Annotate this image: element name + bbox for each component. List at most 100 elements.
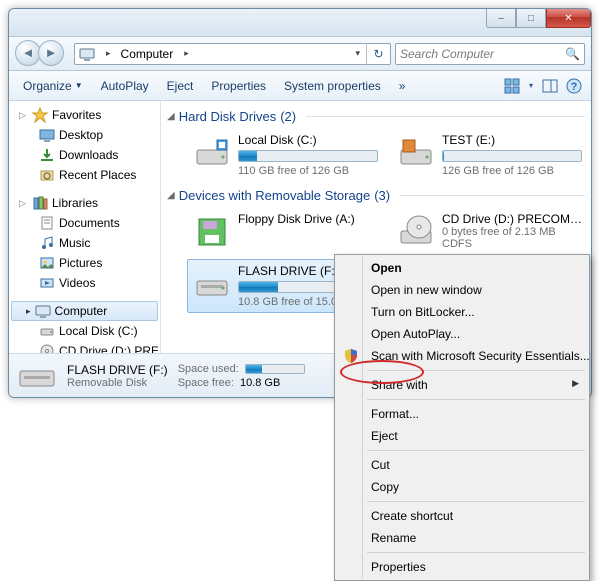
ctx-eject[interactable]: Eject	[337, 425, 587, 447]
collapse-icon: ▷	[19, 198, 28, 209]
organize-button[interactable]: Organize▼	[15, 75, 91, 97]
help-button[interactable]: ?	[563, 75, 585, 97]
downloads-icon	[39, 147, 55, 163]
system-properties-button[interactable]: System properties	[276, 75, 389, 97]
collapse-icon: ▷	[19, 110, 28, 121]
space-bar	[442, 150, 582, 162]
videos-icon	[39, 275, 55, 291]
preview-pane-button[interactable]	[539, 75, 561, 97]
submenu-arrow-icon: ▶	[572, 378, 579, 389]
drive-name: TEST (E:)	[442, 133, 582, 147]
used-label: Space used:	[178, 363, 239, 375]
close-button[interactable]: ✕	[546, 9, 591, 28]
libraries-header[interactable]: ▷ Libraries	[9, 193, 160, 213]
drive-icon	[39, 323, 55, 339]
collapse-icon: ◢	[167, 111, 175, 122]
recent-icon	[39, 167, 55, 183]
maximize-button[interactable]: □	[516, 9, 546, 28]
expand-icon: ▸	[26, 306, 31, 317]
breadcrumb[interactable]: Computer	[117, 47, 178, 61]
ctx-cut[interactable]: Cut	[337, 454, 587, 476]
ctx-rename[interactable]: Rename	[337, 527, 587, 549]
sidebar-item-computer[interactable]: ▸ Computer	[11, 301, 158, 321]
drive-cd-d[interactable]: CD Drive (D:) PRECOMPACT 0 bytes free of…	[391, 207, 587, 257]
shield-icon	[342, 347, 360, 365]
hdd-icon	[192, 133, 232, 173]
chevron-right-icon[interactable]: ▸	[99, 48, 117, 59]
title-bar: – □ ✕	[9, 9, 591, 37]
search-placeholder: Search Computer	[400, 47, 494, 61]
removable-drive-icon	[17, 360, 57, 392]
svg-text:?: ?	[571, 81, 578, 93]
drive-sub: CDFS	[442, 238, 582, 250]
sidebar-item-videos[interactable]: Videos	[9, 273, 160, 293]
drive-sub: 0 bytes free of 2.13 MB	[442, 226, 582, 238]
drive-sub: 126 GB free of 126 GB	[442, 165, 582, 177]
ctx-format[interactable]: Format...	[337, 403, 587, 425]
view-dropdown[interactable]: ▾	[525, 75, 537, 97]
ctx-open[interactable]: Open	[337, 257, 587, 279]
sidebar-item-documents[interactable]: Documents	[9, 213, 160, 233]
ctx-scan[interactable]: Scan with Microsoft Security Essentials.…	[337, 345, 587, 367]
favorites-header[interactable]: ▷ Favorites	[9, 105, 160, 125]
sidebar-item-pictures[interactable]: Pictures	[9, 253, 160, 273]
search-icon: 🔍	[565, 47, 580, 61]
drive-name: CD Drive (D:) PRECOMPACT	[442, 212, 582, 226]
toolbar: Organize▼ AutoPlay Eject Properties Syst…	[9, 71, 591, 101]
nav-pane: ▷ Favorites Desktop Downloads Recent Pla…	[9, 101, 161, 353]
ctx-autoplay[interactable]: Open AutoPlay...	[337, 323, 587, 345]
pictures-icon	[39, 255, 55, 271]
libraries-icon	[32, 195, 48, 211]
address-dropdown[interactable]: ▾	[348, 48, 366, 59]
context-menu: Open Open in new window Turn on BitLocke…	[334, 254, 590, 581]
ctx-share-with[interactable]: Share with▶	[337, 374, 587, 396]
drive-local-c[interactable]: Local Disk (C:) 110 GB free of 126 GB	[187, 128, 383, 182]
documents-icon	[39, 215, 55, 231]
drive-test-e[interactable]: TEST (E:) 126 GB free of 126 GB	[391, 128, 587, 182]
drive-name: Floppy Disk Drive (A:)	[238, 212, 378, 226]
details-text: FLASH DRIVE (F:) Removable Disk	[67, 363, 168, 389]
ctx-properties[interactable]: Properties	[337, 556, 587, 578]
properties-button[interactable]: Properties	[203, 75, 274, 97]
nav-row: ◄ ► ▸ Computer ▸ ▾ ↻ Search Computer 🔍	[9, 37, 591, 71]
ctx-bitlocker[interactable]: Turn on BitLocker...	[337, 301, 587, 323]
drive-sub: 110 GB free of 126 GB	[238, 165, 378, 177]
nav-buttons: ◄ ►	[15, 40, 70, 68]
used-bar	[245, 364, 305, 374]
refresh-button[interactable]: ↻	[366, 43, 390, 65]
sidebar-item-local-disk[interactable]: Local Disk (C:)	[9, 321, 160, 341]
toolbar-overflow[interactable]: »	[391, 75, 414, 97]
free-value: 10.8 GB	[240, 377, 280, 389]
autoplay-button[interactable]: AutoPlay	[93, 75, 157, 97]
forward-button[interactable]: ►	[38, 40, 64, 66]
sidebar-item-music[interactable]: Music	[9, 233, 160, 253]
music-icon	[39, 235, 55, 251]
cd-icon	[39, 343, 55, 353]
drive-name: Local Disk (C:)	[238, 133, 378, 147]
sidebar-item-desktop[interactable]: Desktop	[9, 125, 160, 145]
libraries-label: Libraries	[52, 196, 98, 210]
hdd-section-header[interactable]: ◢ Hard Disk Drives (2)	[161, 107, 591, 126]
sidebar-item-recent[interactable]: Recent Places	[9, 165, 160, 185]
favorites-label: Favorites	[52, 108, 101, 122]
free-label: Space free:	[178, 377, 234, 389]
cd-drive-icon	[396, 212, 436, 252]
computer-icon	[35, 303, 51, 319]
ctx-open-new-window[interactable]: Open in new window	[337, 279, 587, 301]
removable-drive-icon	[192, 264, 232, 304]
eject-button[interactable]: Eject	[159, 75, 202, 97]
ctx-copy[interactable]: Copy	[337, 476, 587, 498]
sidebar-item-cd-drive[interactable]: CD Drive (D:) PRE	[9, 341, 160, 353]
minimize-button[interactable]: –	[486, 9, 516, 28]
sidebar-item-downloads[interactable]: Downloads	[9, 145, 160, 165]
ctx-create-shortcut[interactable]: Create shortcut	[337, 505, 587, 527]
view-mode-button[interactable]	[501, 75, 523, 97]
search-input[interactable]: Search Computer 🔍	[395, 43, 585, 65]
drive-floppy-a[interactable]: Floppy Disk Drive (A:)	[187, 207, 383, 257]
address-bar[interactable]: ▸ Computer ▸ ▾ ↻	[74, 43, 391, 65]
computer-icon	[77, 44, 97, 64]
chevron-right-icon[interactable]: ▸	[177, 48, 195, 59]
chevron-down-icon: ▼	[75, 81, 83, 90]
star-icon	[32, 107, 48, 123]
removable-section-header[interactable]: ◢ Devices with Removable Storage (3)	[161, 186, 591, 205]
